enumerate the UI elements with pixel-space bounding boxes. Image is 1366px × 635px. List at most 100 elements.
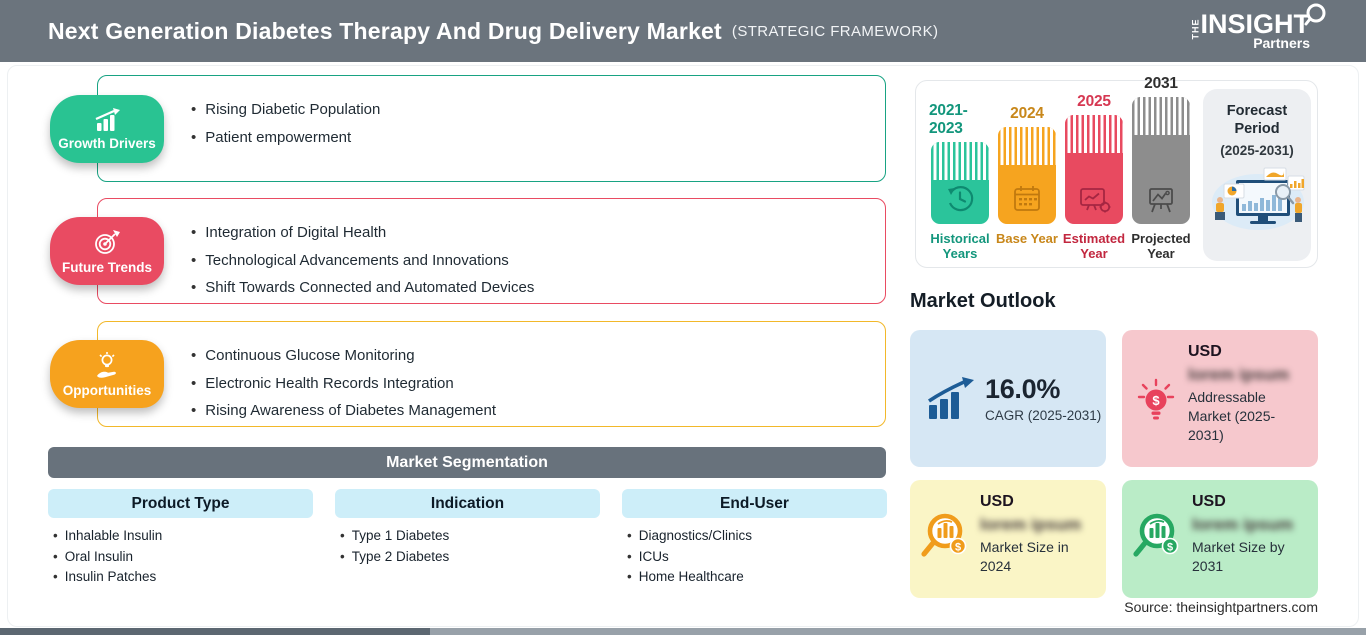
- source-attribution: Source: theinsightpartners.com: [1124, 599, 1318, 615]
- svg-text:$: $: [1152, 393, 1160, 408]
- timeline-role-label: Estimated Year: [1062, 231, 1126, 261]
- timeline-bar: [1132, 97, 1190, 224]
- currency-label: USD: [980, 493, 1014, 510]
- masked-value: lorem ipsum: [1188, 365, 1290, 384]
- card-text: USD lorem ipsum Addressable Market (2025…: [1188, 343, 1310, 445]
- insight-partners-logo: The INSIGHT Partners: [1191, 3, 1326, 51]
- timeline-year-label: 2024: [1010, 105, 1044, 122]
- monitor-gear-icon: [1080, 188, 1111, 213]
- masked-value: lorem ipsum: [1192, 515, 1294, 534]
- svg-text:$: $: [955, 542, 961, 554]
- footer-bar-left: [0, 628, 430, 635]
- badge-label: Growth Drivers: [58, 135, 156, 151]
- cagr-card: 16.0% CAGR (2025-2031): [910, 330, 1106, 467]
- timeline-estimated: 2025: [1063, 93, 1125, 224]
- timeline-year-label: 2031: [1144, 75, 1178, 92]
- badge-label: Future Trends: [61, 259, 152, 275]
- list-item: Inhalable Insulin: [53, 526, 313, 547]
- market-segmentation-header: Market Segmentation: [48, 447, 886, 478]
- svg-text:$: $: [1167, 542, 1173, 554]
- list-item: Rising Awareness of Diabetes Management: [191, 397, 867, 425]
- growth-drivers-list: Rising Diabetic Population Patient empow…: [98, 76, 885, 151]
- target-dart-icon: [95, 229, 120, 254]
- bulb-hand-icon: [97, 351, 116, 378]
- timeline-bar: [1065, 115, 1123, 224]
- magnifier-icon: [1304, 3, 1326, 26]
- bar-stripes: [1065, 115, 1123, 153]
- timeline-bar: [931, 142, 989, 224]
- future-trends-badge: Future Trends: [50, 217, 164, 285]
- segment-item-list: Diagnostics/Clinics ICUs Home Healthcare: [622, 526, 887, 588]
- presentation-icon: [1149, 188, 1173, 213]
- market-size-2031-card: $ USD lorem ipsum Market Size by 2031: [1122, 480, 1318, 598]
- growth-drivers-badge: Growth Drivers: [50, 95, 164, 163]
- list-item: Electronic Health Records Integration: [191, 370, 867, 398]
- list-item: Patient empowerment: [191, 124, 867, 152]
- research-timeline-card: 2021-2023 2024 2025 2031 Historical Year…: [915, 75, 1318, 268]
- currency-label: USD: [1188, 343, 1222, 360]
- list-item: Diagnostics/Clinics: [627, 526, 887, 547]
- forecast-period-range: (2025-2031): [1220, 143, 1294, 158]
- list-item: Rising Diabetic Population: [191, 96, 867, 124]
- timeline-bar: [998, 127, 1056, 224]
- market-outlook-title: Market Outlook: [910, 290, 1056, 312]
- opportunities-list: Continuous Glucose Monitoring Electronic…: [98, 322, 885, 425]
- analytics-illustration: [1212, 167, 1305, 230]
- timeline-year-label: 2021-2023: [929, 102, 968, 137]
- footer-bar-right: [430, 628, 1366, 635]
- bulb-dollar-icon: $: [1137, 378, 1175, 420]
- timeline-role-label: Historical Years: [930, 231, 990, 261]
- list-item: Integration of Digital Health: [191, 219, 867, 247]
- masked-value: lorem ipsum: [980, 515, 1082, 534]
- timeline-role-label: Projected Year: [1131, 231, 1191, 261]
- list-item: ICUs: [627, 547, 887, 568]
- future-trends-box: Integration of Digital Health Technologi…: [97, 198, 886, 304]
- card-text: USD lorem ipsum Market Size by 2031: [1192, 493, 1310, 576]
- cagr-label: CAGR (2025-2031): [985, 408, 1102, 423]
- card-label: Addressable Market (2025-2031): [1188, 389, 1276, 443]
- bar-chart-rise-icon: [95, 107, 120, 131]
- badge-label: Opportunities: [62, 382, 152, 398]
- opportunities-box: Continuous Glucose Monitoring Electronic…: [97, 321, 886, 427]
- segment-column-header: Product Type: [48, 489, 313, 518]
- segment-column-indication: Indication Type 1 Diabetes Type 2 Diabet…: [335, 489, 600, 567]
- card-label: Market Size by 2031: [1192, 539, 1285, 574]
- forecast-period-title: Forecast Period: [1226, 103, 1288, 137]
- growth-bars-arrow-icon: [928, 376, 974, 419]
- future-trends-list: Integration of Digital Health Technologi…: [98, 199, 885, 302]
- list-item: Type 2 Diabetes: [340, 547, 600, 568]
- currency-label: USD: [1192, 493, 1226, 510]
- bar-stripes: [998, 127, 1056, 165]
- segment-column-header: End-User: [622, 489, 887, 518]
- card-label: Market Size in 2024: [980, 539, 1069, 574]
- logo-the-text: The: [1190, 18, 1201, 40]
- list-item: Home Healthcare: [627, 567, 887, 588]
- magnifier-chart-icon: $: [921, 513, 967, 557]
- segment-column-header: Indication: [335, 489, 600, 518]
- header-bar: Next Generation Diabetes Therapy And Dru…: [0, 0, 1366, 62]
- timeline-role-label: Base Year: [996, 231, 1058, 246]
- calendar-icon: [1014, 186, 1040, 211]
- growth-drivers-box: Rising Diabetic Population Patient empow…: [97, 75, 886, 182]
- list-item: Technological Advancements and Innovatio…: [191, 247, 867, 275]
- segment-column-product-type: Product Type Inhalable Insulin Oral Insu…: [48, 489, 313, 588]
- timeline-year-label: 2025: [1077, 93, 1111, 110]
- list-item: Insulin Patches: [53, 567, 313, 588]
- segment-item-list: Type 1 Diabetes Type 2 Diabetes: [335, 526, 600, 567]
- infographic-page: Next Generation Diabetes Therapy And Dru…: [0, 0, 1366, 635]
- addressable-market-card: $ USD lorem ipsum Addressable Market (20…: [1122, 330, 1318, 467]
- timeline-projected: 2031: [1130, 75, 1192, 224]
- segment-item-list: Inhalable Insulin Oral Insulin Insulin P…: [48, 526, 313, 588]
- bar-stripes: [1132, 97, 1190, 135]
- list-item: Continuous Glucose Monitoring: [191, 342, 867, 370]
- market-size-2024-card: $ USD lorem ipsum Market Size in 2024: [910, 480, 1106, 598]
- page-title: Next Generation Diabetes Therapy And Dru…: [48, 17, 722, 44]
- card-text: USD lorem ipsum Market Size in 2024: [980, 493, 1098, 576]
- list-item: Shift Towards Connected and Automated De…: [191, 274, 867, 302]
- timeline-base: 2024: [996, 105, 1058, 224]
- segment-column-end-user: End-User Diagnostics/Clinics ICUs Home H…: [622, 489, 887, 588]
- page-subtitle: (STRATEGIC FRAMEWORK): [731, 22, 939, 40]
- opportunities-badge: Opportunities: [50, 340, 164, 408]
- cagr-value: 16.0%: [985, 374, 1061, 404]
- magnifier-chart-icon: $: [1133, 513, 1179, 557]
